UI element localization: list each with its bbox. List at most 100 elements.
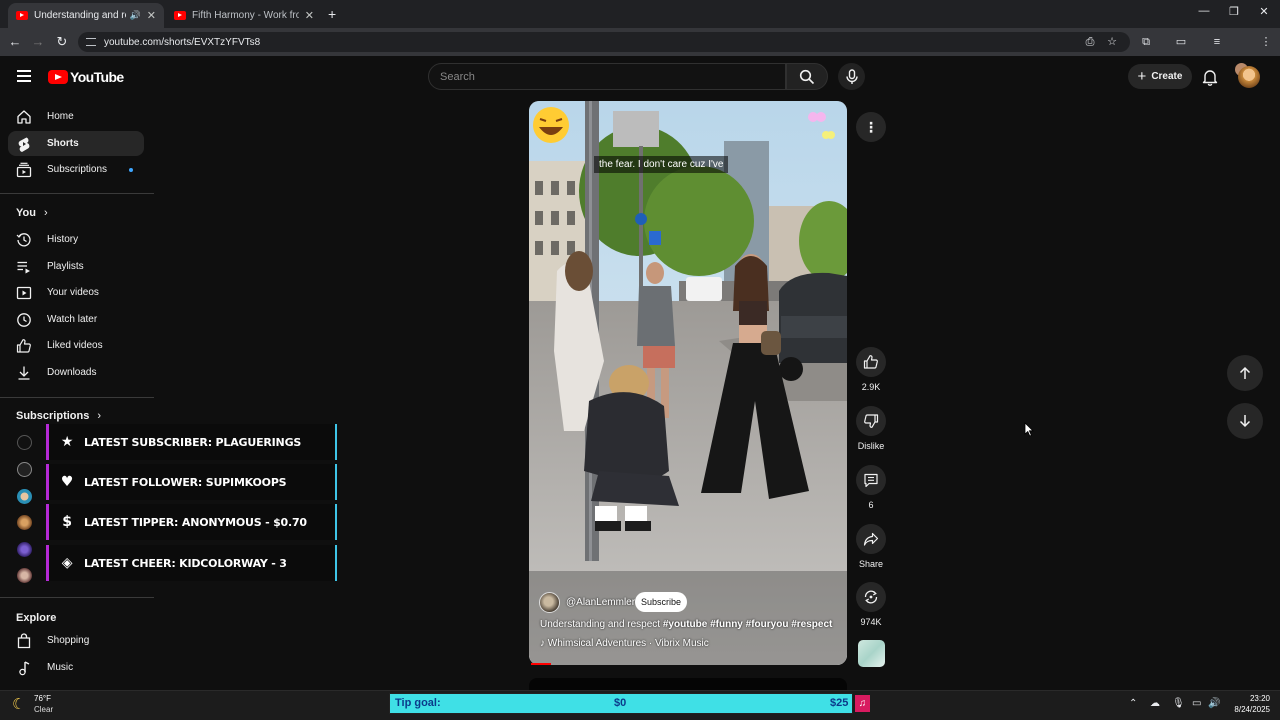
like-button[interactable] — [856, 347, 886, 377]
subscription-avatar[interactable] — [17, 462, 32, 477]
volume-icon[interactable]: 🔊 — [1208, 698, 1220, 709]
account-avatar[interactable] — [1238, 66, 1260, 88]
search-input[interactable] — [429, 64, 785, 89]
youtube-favicon-icon — [174, 11, 186, 20]
youtube-logo[interactable]: YouTube — [48, 69, 124, 85]
playlists-icon — [16, 259, 32, 275]
tab-title: Understanding and respect — [34, 10, 126, 21]
onedrive-icon[interactable]: ☁ — [1150, 698, 1160, 709]
home-icon — [16, 109, 32, 125]
back-icon[interactable]: ← — [7, 34, 23, 49]
music-note-icon: ♫ — [855, 695, 870, 712]
microphone-icon[interactable]: 🎙 — [1172, 698, 1185, 709]
new-content-dot — [129, 168, 133, 172]
close-tab-icon[interactable]: ✕ — [305, 9, 314, 22]
sound-thumbnail[interactable] — [858, 640, 885, 667]
sidebar-item-liked-videos[interactable]: Liked videos — [8, 333, 144, 358]
media-controls-icon[interactable]: ≡ — [1210, 35, 1224, 49]
subscription-avatar[interactable] — [17, 489, 32, 504]
channel-avatar[interactable] — [539, 592, 560, 613]
tab-fifth-harmony[interactable]: Fifth Harmony - Work from Ho ✕ — [166, 3, 322, 28]
sidebar-item-your-videos[interactable]: Your videos — [8, 280, 144, 305]
chevron-right-icon: › — [43, 207, 48, 219]
forward-icon[interactable]: → — [30, 34, 46, 49]
subscription-avatar[interactable] — [17, 568, 32, 583]
tip-goal-target: $25 — [830, 697, 849, 709]
subscription-avatar[interactable] — [17, 515, 32, 530]
short-title[interactable]: Understanding and respect #youtube #funn… — [540, 619, 832, 630]
system-clock[interactable]: 23:20 8/24/2025 — [1222, 693, 1270, 715]
close-window-button[interactable]: ✕ — [1254, 5, 1274, 18]
search-button[interactable] — [786, 63, 828, 90]
video-frame-street-scene — [529, 101, 847, 665]
bookmark-star-icon[interactable]: ☆ — [1105, 35, 1119, 49]
explore-section-title: Explore — [16, 612, 57, 624]
short-video-player[interactable] — [529, 101, 847, 665]
dislike-label: Dislike — [857, 441, 885, 451]
url-text: youtube.com/shorts/EVXTzYFVTs8 — [104, 36, 261, 48]
reload-icon[interactable]: ↻ — [54, 34, 70, 50]
overlay-latest-subscriber: ★ Latest Subscriber: plaguerings — [46, 424, 337, 460]
close-tab-icon[interactable]: ✕ — [147, 9, 156, 22]
weather-condition[interactable]: Clear — [34, 705, 53, 714]
address-bar[interactable]: youtube.com/shorts/EVXTzYFVTs8 — [78, 32, 1130, 52]
browser-menu-icon[interactable]: ⋮ — [1259, 35, 1273, 49]
new-tab-button[interactable]: + — [328, 6, 336, 22]
subscribe-button[interactable]: Subscribe — [635, 592, 687, 612]
share-button[interactable] — [856, 524, 886, 554]
comment-count: 6 — [868, 500, 874, 510]
dislike-button[interactable] — [856, 406, 886, 436]
sidebar-item-subscriptions[interactable]: Subscriptions — [8, 157, 144, 182]
arrow-down-icon — [1239, 415, 1251, 428]
video-progress-bar[interactable] — [531, 663, 551, 665]
moon-weather-icon[interactable]: ☾ — [12, 695, 25, 713]
extensions-icon[interactable]: ⧉ — [1139, 35, 1153, 49]
weather-temperature[interactable]: 76°F — [34, 694, 51, 703]
sidebar-item-history[interactable]: History — [8, 227, 144, 252]
sidebar-item-playlists[interactable]: Playlists — [8, 254, 144, 279]
sidebar-item-music[interactable]: Music — [8, 655, 144, 680]
arrow-up-icon — [1239, 366, 1251, 379]
you-section-title[interactable]: You › — [16, 207, 48, 219]
speaker-icon[interactable]: 🔊 — [130, 10, 141, 21]
comments-button[interactable] — [856, 465, 886, 495]
star-icon: ★ — [60, 434, 74, 450]
subscription-avatar[interactable] — [17, 435, 32, 450]
share-label: Share — [858, 559, 884, 569]
next-short-button[interactable] — [1227, 403, 1263, 439]
overlay-latest-follower: ♥ Latest Follower: supimkoops — [46, 464, 337, 500]
sidebar-item-home[interactable]: Home — [8, 104, 144, 129]
chevron-up-icon[interactable]: ⌃ — [1129, 698, 1137, 709]
site-info-icon[interactable] — [86, 38, 96, 46]
install-app-icon[interactable]: ⎙ — [1083, 35, 1097, 49]
sidebar — [0, 100, 154, 690]
channel-name[interactable]: @AlanLemmler — [566, 597, 635, 608]
remix-count: 974K — [860, 617, 882, 627]
notifications-bell-icon[interactable] — [1202, 68, 1218, 86]
sidebar-item-shorts[interactable]: Shorts — [8, 131, 144, 156]
sidebar-item-shopping[interactable]: Shopping — [8, 628, 144, 653]
previous-short-button[interactable] — [1227, 355, 1263, 391]
split-view-icon[interactable]: ▭ — [1174, 35, 1188, 49]
more-options-button[interactable]: ⋮ — [856, 112, 886, 142]
next-short-preview — [529, 678, 847, 690]
voice-search-button[interactable] — [838, 63, 865, 90]
search-box[interactable] — [428, 63, 786, 90]
network-icon[interactable]: ▭ — [1192, 698, 1201, 709]
browser-tab-strip: Understanding and respect 🔊 ✕ Fifth Harm… — [0, 0, 1280, 28]
remix-button[interactable] — [856, 582, 886, 612]
mouse-cursor-icon — [1024, 422, 1034, 437]
subscription-avatar[interactable] — [17, 542, 32, 557]
music-credit[interactable]: ♪ Whimsical Adventures · Vibrix Music — [540, 638, 709, 649]
tab-title: Fifth Harmony - Work from Ho — [192, 10, 299, 21]
minimize-button[interactable]: — — [1194, 5, 1214, 17]
tab-understanding-and-respect[interactable]: Understanding and respect 🔊 ✕ — [8, 3, 164, 28]
create-button[interactable]: + Create — [1128, 64, 1192, 89]
sidebar-item-downloads[interactable]: Downloads — [8, 360, 144, 385]
divider — [0, 193, 154, 194]
hashtags[interactable]: #youtube #funny #fouryou #respect — [663, 619, 832, 630]
restore-button[interactable]: ❐ — [1224, 5, 1244, 18]
sidebar-item-watch-later[interactable]: Watch later — [8, 307, 144, 332]
subscriptions-section-title[interactable]: Subscriptions › — [16, 410, 101, 422]
menu-icon[interactable] — [17, 70, 31, 82]
